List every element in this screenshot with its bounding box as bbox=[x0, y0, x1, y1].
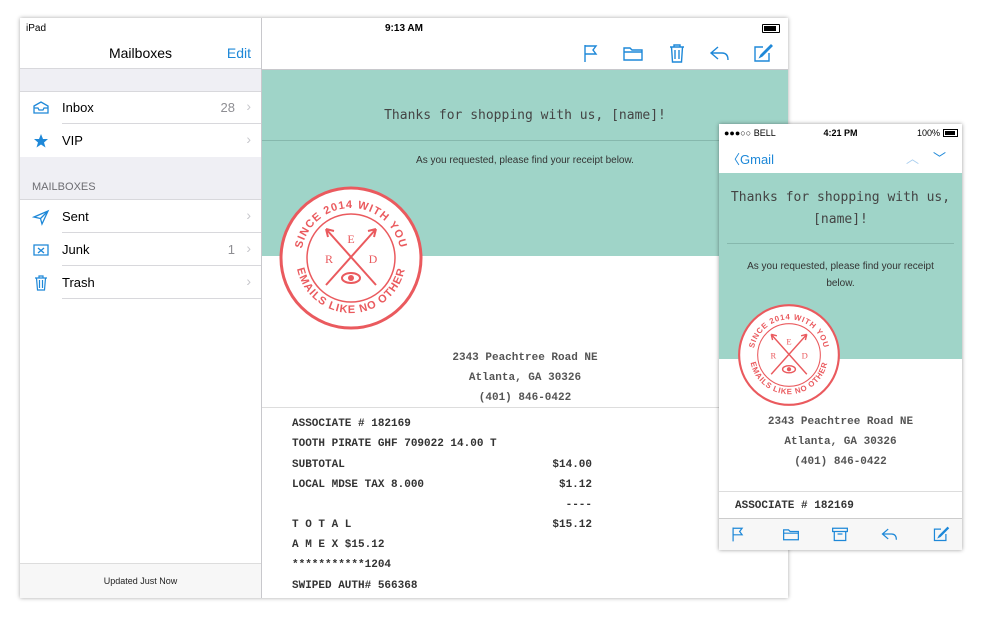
junk-icon bbox=[33, 244, 49, 256]
store-phone: (401) 846-0422 bbox=[478, 392, 572, 404]
receipt-line: T O T A L bbox=[292, 519, 352, 531]
receipt-divider bbox=[262, 407, 788, 408]
compose-icon[interactable] bbox=[752, 42, 774, 64]
store-address-line: 2343 Peachtree Road NE bbox=[452, 352, 598, 364]
battery-icon bbox=[762, 24, 780, 33]
battery-icon bbox=[943, 129, 958, 137]
email-heading: Thanks for shopping with us, [name]! bbox=[730, 190, 951, 227]
folder-icon[interactable] bbox=[622, 42, 644, 64]
brand-stamp: SINCE 2014 WITH YOU EMAILS LIKE NO OTHER… bbox=[279, 186, 423, 330]
star-icon bbox=[34, 134, 48, 148]
paper-plane-icon bbox=[32, 209, 50, 226]
stamp-letter: D bbox=[369, 252, 378, 266]
iphone-email-body: Thanks for shopping with us, [name]! As … bbox=[719, 173, 962, 519]
sidebar-item-junk[interactable]: Junk 1 › bbox=[20, 233, 261, 266]
iphone-status-bar: ●●●○○ BELL 4:21 PM 100% bbox=[719, 124, 962, 142]
chevron-down-icon[interactable]: ﹀ bbox=[933, 148, 946, 167]
email-subtext: As you requested, please find your recei… bbox=[747, 261, 934, 289]
sidebar-item-label: Junk bbox=[62, 242, 90, 257]
receipt-line: LOCAL MDSE TAX 8.000 bbox=[292, 479, 425, 491]
sidebar-spacer bbox=[20, 68, 261, 92]
sidebar-title: Mailboxes bbox=[108, 45, 173, 61]
sidebar-item-label: Sent bbox=[62, 209, 89, 224]
chevron-right-icon: › bbox=[246, 273, 251, 289]
receipt-line: TOOTH PIRATE GHF 709022 14.00 T bbox=[292, 438, 497, 450]
flag-icon[interactable] bbox=[580, 42, 602, 64]
brand-stamp: SINCE 2014 WITH YOU EMAILS LIKE NO OTHER… bbox=[738, 304, 840, 406]
receipt-line: ASSOCIATE # 182169 bbox=[292, 418, 411, 430]
receipt-line: SUBTOTAL bbox=[292, 459, 345, 471]
hero-divider bbox=[262, 140, 788, 141]
stamp-letter: R bbox=[325, 252, 333, 266]
iphone-window: ●●●○○ BELL 4:21 PM 100% 〈Gmail ︿ ﹀ Thank… bbox=[719, 124, 962, 550]
chevron-up-icon[interactable]: ︿ bbox=[906, 148, 919, 167]
reply-icon[interactable] bbox=[880, 525, 898, 543]
iphone-nav-bar: 〈Gmail ︿ ﹀ bbox=[719, 142, 962, 172]
receipt-divider bbox=[719, 491, 962, 492]
inbox-icon bbox=[33, 101, 49, 114]
trash-icon[interactable] bbox=[666, 42, 688, 64]
chevron-left-icon: 〈 bbox=[727, 152, 741, 167]
sidebar-item-label: VIP bbox=[62, 133, 83, 148]
ipad-status-time: 9:13 AM bbox=[20, 18, 788, 38]
archive-icon[interactable] bbox=[831, 525, 849, 543]
back-button[interactable]: 〈Gmail bbox=[727, 149, 774, 168]
email-subtext: As you requested, please find your recei… bbox=[416, 155, 634, 166]
stamp-letter: E bbox=[786, 336, 791, 346]
battery-percent: 100% bbox=[916, 128, 940, 138]
sidebar-item-trash[interactable]: Trash › bbox=[20, 266, 261, 299]
flag-icon[interactable] bbox=[729, 525, 747, 543]
sidebar-item-label: Inbox bbox=[62, 100, 94, 115]
receipt-value: $1.12 bbox=[558, 479, 592, 491]
stamp-letter: R bbox=[770, 351, 776, 361]
store-phone: (401) 846-0422 bbox=[794, 456, 887, 468]
receipt-value: $14.00 bbox=[552, 459, 592, 471]
hero-divider bbox=[727, 243, 954, 244]
receipt-line: ASSOCIATE # 182169 bbox=[735, 500, 854, 512]
stamp-letter: D bbox=[802, 351, 808, 361]
folder-icon[interactable] bbox=[782, 525, 800, 543]
chevron-right-icon: › bbox=[246, 131, 251, 147]
store-city-line: Atlanta, GA 30326 bbox=[784, 436, 897, 448]
stamp-letter: E bbox=[347, 232, 354, 246]
message-pane: 9:13 AM Thanks for shopping with us, [na… bbox=[262, 18, 788, 598]
receipt-line: ***********1204 bbox=[292, 559, 392, 571]
sidebar-item-inbox[interactable]: Inbox 28 › bbox=[20, 91, 261, 124]
compose-icon[interactable] bbox=[932, 525, 950, 543]
receipt-value: $15.12 bbox=[552, 519, 592, 531]
mailboxes-section-header: MAILBOXES bbox=[20, 157, 261, 200]
message-toolbar bbox=[262, 38, 788, 70]
sidebar-item-sent[interactable]: Sent › bbox=[20, 200, 261, 233]
chevron-right-icon: › bbox=[246, 207, 251, 223]
receipt-value: ---- bbox=[565, 499, 592, 511]
iphone-toolbar bbox=[719, 518, 962, 550]
unread-count: 1 bbox=[227, 242, 235, 257]
sidebar-item-vip[interactable]: VIP › bbox=[20, 124, 261, 157]
chevron-right-icon: › bbox=[246, 240, 251, 256]
receipt-line: SWIPED AUTH# 566368 bbox=[292, 580, 418, 592]
email-body: Thanks for shopping with us, [name]! As … bbox=[262, 70, 788, 598]
trash-icon bbox=[35, 275, 47, 291]
mailboxes-sidebar: iPad ︎ Mailboxes Edit Inbox 28 › VIP › M… bbox=[20, 18, 262, 598]
edit-button[interactable]: Edit bbox=[227, 45, 251, 61]
status-time: 9:13 AM bbox=[385, 23, 423, 34]
store-address-line: 2343 Peachtree Road NE bbox=[767, 416, 914, 428]
update-status: Updated Just Now bbox=[103, 576, 178, 586]
ipad-window: iPad ︎ Mailboxes Edit Inbox 28 › VIP › M… bbox=[20, 18, 788, 598]
unread-count: 28 bbox=[220, 100, 235, 115]
chevron-right-icon: › bbox=[246, 98, 251, 114]
email-heading: Thanks for shopping with us, [name]! bbox=[384, 108, 666, 123]
sidebar-footer: Updated Just Now bbox=[20, 563, 261, 598]
store-city-line: Atlanta, GA 30326 bbox=[468, 372, 582, 384]
reply-icon[interactable] bbox=[708, 42, 730, 64]
receipt-line: A M E X $15.12 bbox=[292, 539, 385, 551]
sidebar-item-label: Trash bbox=[62, 275, 95, 290]
